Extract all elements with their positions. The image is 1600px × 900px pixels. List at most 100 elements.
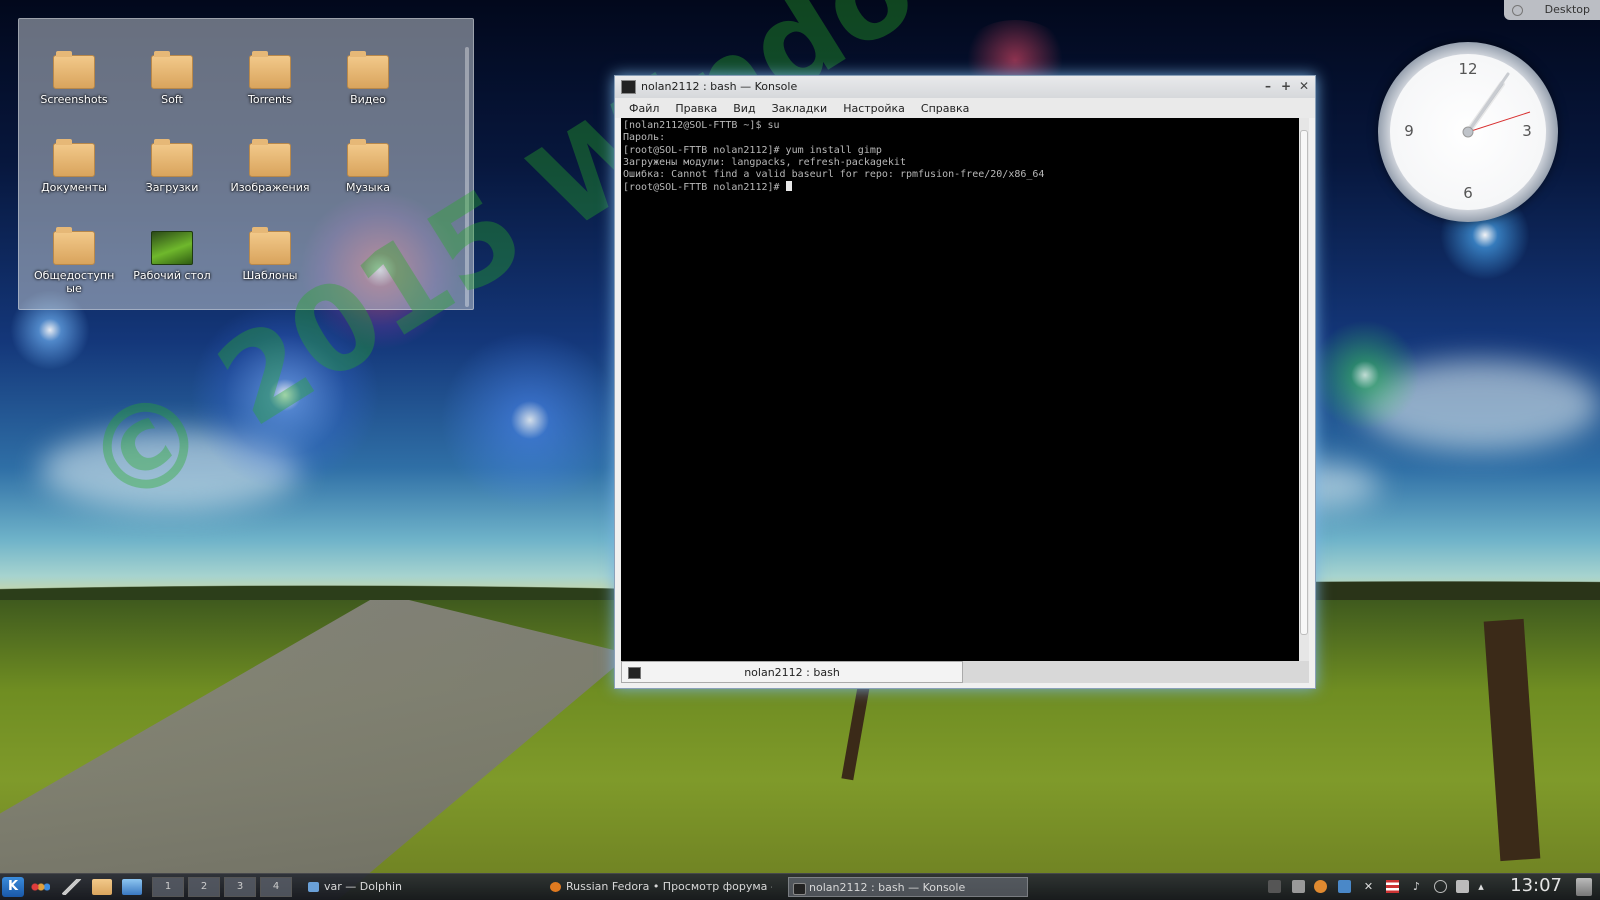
- minimize-button[interactable]: –: [1261, 79, 1275, 93]
- window-titlebar[interactable]: nolan2112 : bash — Konsole – + ✕: [615, 76, 1315, 98]
- analog-clock-widget: 12 3 6 9: [1378, 42, 1558, 222]
- chevron-up-icon[interactable]: ▴: [1476, 880, 1486, 893]
- folder-label: Музыка: [346, 181, 390, 194]
- folder-video[interactable]: Видео: [319, 51, 417, 106]
- clock-face: 12 3 6 9: [1390, 54, 1546, 210]
- tools-icon[interactable]: [62, 879, 82, 895]
- pager-label: 1: [164, 881, 172, 892]
- folder-soft[interactable]: Soft: [123, 51, 221, 106]
- folder-icon: [249, 51, 291, 89]
- kde-logo-icon[interactable]: K: [2, 877, 24, 897]
- task-label: var — Dolphin: [324, 880, 403, 893]
- folder-icon: [53, 227, 95, 265]
- taskbar: K 1 2 3 4 var — Dolphin Russian Fedora •…: [0, 873, 1600, 900]
- tab-label: nolan2112 : bash: [744, 666, 840, 679]
- menu-help[interactable]: Справка: [913, 102, 977, 115]
- folder-public[interactable]: Общедоступн ые: [25, 227, 123, 295]
- trash-icon[interactable]: [1576, 878, 1592, 896]
- folder-view-scrollbar[interactable]: [465, 47, 469, 307]
- folder-music[interactable]: Музыка: [319, 139, 417, 194]
- folder-images[interactable]: Изображения: [221, 139, 319, 194]
- folder-label: Soft: [161, 93, 183, 106]
- folder-icon: [249, 139, 291, 177]
- pager-desktop-1[interactable]: 1: [152, 877, 184, 897]
- pager-label: 3: [236, 881, 244, 892]
- window-title: nolan2112 : bash — Konsole: [641, 80, 798, 93]
- clipboard-tray-icon[interactable]: [1292, 880, 1305, 893]
- folder-label: Torrents: [248, 93, 292, 106]
- task-konsole[interactable]: nolan2112 : bash — Konsole: [788, 877, 1028, 897]
- volume-icon[interactable]: ♪: [1410, 880, 1423, 893]
- terminal-line: Пароль:: [623, 132, 666, 144]
- terminal-line: Ошибка: Cannot find a valid baseurl for …: [623, 169, 1045, 181]
- folder-templates[interactable]: Шаблоны: [221, 227, 319, 282]
- folder-label: Видео: [350, 93, 386, 106]
- scrollbar-thumb[interactable]: [1300, 130, 1308, 635]
- pager-label: 2: [200, 881, 208, 892]
- firefox-icon: [550, 882, 561, 892]
- task-dolphin[interactable]: var — Dolphin: [304, 877, 534, 897]
- text-cursor: [785, 181, 792, 192]
- folder-label: Загрузки: [145, 181, 199, 194]
- terminal-output[interactable]: [nolan2112@SOL-FTTB ~]$ su Пароль: [root…: [621, 118, 1299, 662]
- folder-documents[interactable]: Документы: [25, 139, 123, 194]
- task-firefox[interactable]: Russian Fedora • Просмотр форума - X: [546, 877, 772, 897]
- folder-icon[interactable]: [92, 879, 112, 895]
- pager-desktop-3[interactable]: 3: [224, 877, 256, 897]
- folder-desktop[interactable]: Рабочий стол: [123, 231, 221, 282]
- folder-icon: [53, 139, 95, 177]
- folder-label: Документы: [41, 181, 107, 194]
- menu-settings[interactable]: Настройка: [835, 102, 913, 115]
- notifications-icon[interactable]: [1456, 880, 1469, 893]
- konsole-window[interactable]: nolan2112 : bash — Konsole – + ✕ Файл Пр…: [614, 75, 1316, 689]
- menu-edit[interactable]: Правка: [667, 102, 725, 115]
- network-tray-icon[interactable]: [1434, 880, 1447, 893]
- menu-bookmarks[interactable]: Закладки: [764, 102, 836, 115]
- clock-hands-icon: [1462, 72, 1531, 138]
- desktop-button-label: Desktop: [1544, 3, 1590, 16]
- task-label: nolan2112 : bash — Konsole: [809, 881, 966, 894]
- folder-icon: [151, 139, 193, 177]
- close-button[interactable]: ✕: [1297, 79, 1311, 93]
- folder-icon: [347, 139, 389, 177]
- pager-desktop-4[interactable]: 4: [260, 877, 292, 897]
- folder-label: Рабочий стол: [133, 269, 211, 282]
- terminal-line: [nolan2112@SOL-FTTB ~]$ su: [623, 120, 780, 131]
- folder-label: Изображения: [230, 181, 310, 194]
- folder-label: Шаблоны: [242, 269, 298, 282]
- display-tray-icon[interactable]: [1338, 880, 1351, 893]
- folder-torrents[interactable]: Torrents: [221, 51, 319, 106]
- folder-label: Screenshots: [40, 93, 108, 106]
- folder-icon: [151, 51, 193, 89]
- pager-label: 4: [272, 881, 280, 892]
- bluetooth-tray-icon[interactable]: ✕: [1362, 880, 1375, 893]
- task-label: Russian Fedora • Просмотр форума - X: [566, 880, 772, 893]
- terminal-line: Загружены модули: langpacks, refresh-pac…: [623, 156, 906, 168]
- tab-bash[interactable]: nolan2112 : bash: [621, 661, 963, 683]
- terminal-scrollbar[interactable]: [1299, 118, 1309, 662]
- folder-icon: [249, 227, 291, 265]
- pager-desktop-2[interactable]: 2: [188, 877, 220, 897]
- tab-bar: nolan2112 : bash: [621, 661, 1309, 683]
- terminal-icon: [621, 80, 636, 94]
- terminal-line: [root@SOL-FTTB nolan2112]# yum install g…: [623, 144, 882, 156]
- app-launcher-icon[interactable]: [30, 879, 50, 895]
- folder-icon: [347, 51, 389, 89]
- menu-bar: Файл Правка Вид Закладки Настройка Справ…: [615, 98, 1315, 118]
- taskbar-clock[interactable]: 13:07: [1510, 876, 1562, 896]
- folder-icon: [53, 51, 95, 89]
- folder-label: Общедоступн ые: [34, 269, 115, 295]
- update-tray-icon[interactable]: [1268, 880, 1281, 893]
- desktop-toolbox-button[interactable]: Desktop: [1504, 0, 1600, 20]
- maximize-button[interactable]: +: [1279, 79, 1293, 93]
- menu-file[interactable]: Файл: [621, 102, 667, 115]
- menu-view[interactable]: Вид: [725, 102, 763, 115]
- folder-downloads[interactable]: Загрузки: [123, 139, 221, 194]
- network-icon[interactable]: [122, 879, 142, 895]
- dolphin-icon: [308, 882, 319, 892]
- toolbox-icon: [1512, 5, 1523, 16]
- folder-view-widget: Screenshots Soft Torrents Видео Документ…: [18, 18, 474, 310]
- firefox-tray-icon[interactable]: [1314, 880, 1327, 893]
- keyboard-layout-flag-icon[interactable]: [1386, 880, 1399, 893]
- folder-screenshots[interactable]: Screenshots: [25, 51, 123, 106]
